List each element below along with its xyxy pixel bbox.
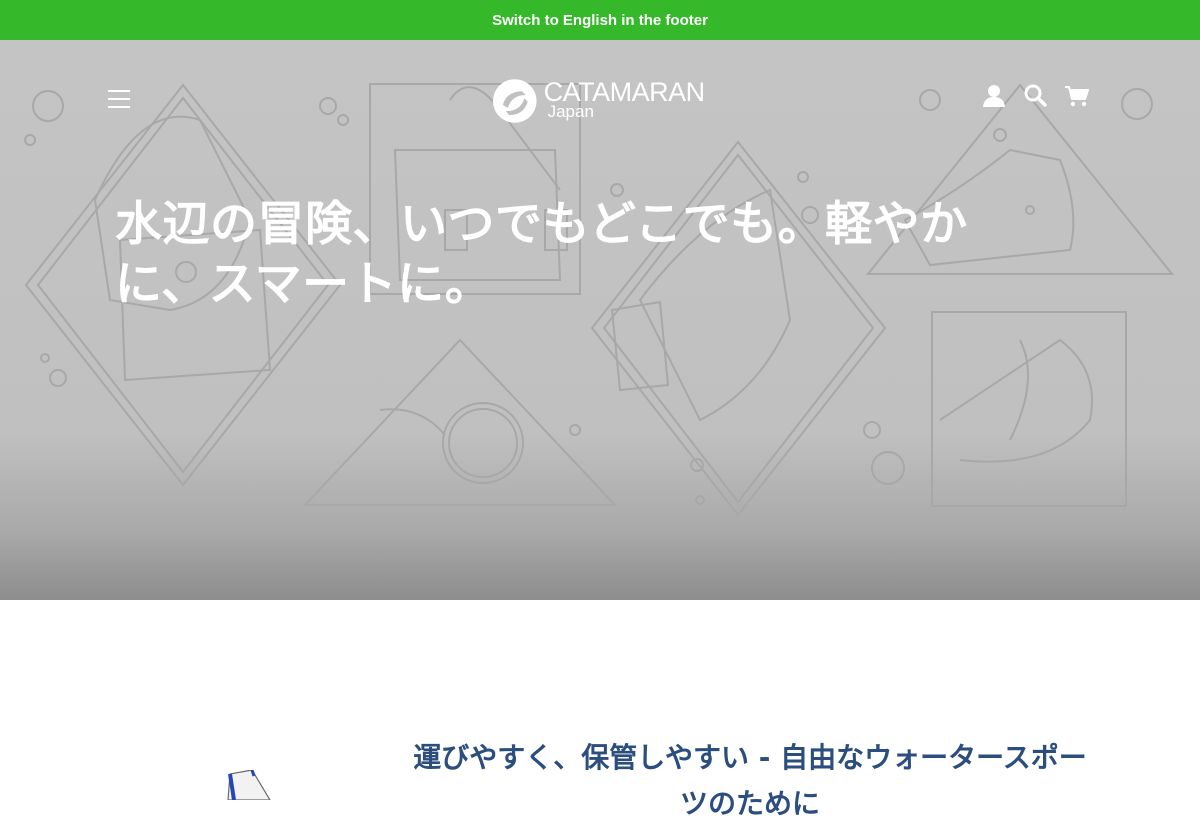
search-icon[interactable] — [1023, 84, 1049, 108]
site-logo[interactable]: CATAMARAN Japan — [492, 76, 712, 126]
logo-wordmark: CATAMARAN Japan — [544, 78, 712, 124]
menu-icon[interactable] — [108, 90, 132, 110]
announcement-bar[interactable]: Switch to English in the footer — [0, 0, 1200, 40]
announcement-text[interactable]: Switch to English in the footer — [492, 12, 708, 29]
cart-icon[interactable] — [1064, 84, 1090, 108]
account-icon[interactable] — [981, 84, 1007, 108]
logo-subtitle: Japan — [547, 102, 594, 121]
hero-title: 水辺の冒険、いつでもどこでも。軽やかに、スマートに。 — [115, 197, 968, 312]
product-image — [227, 770, 271, 800]
site-header: CATAMARAN Japan — [0, 40, 1200, 150]
section-title: 運びやすく、保管しやすい - 自由なウォータースポーツのために — [413, 741, 1087, 820]
catamaran-logo-icon — [492, 79, 537, 123]
